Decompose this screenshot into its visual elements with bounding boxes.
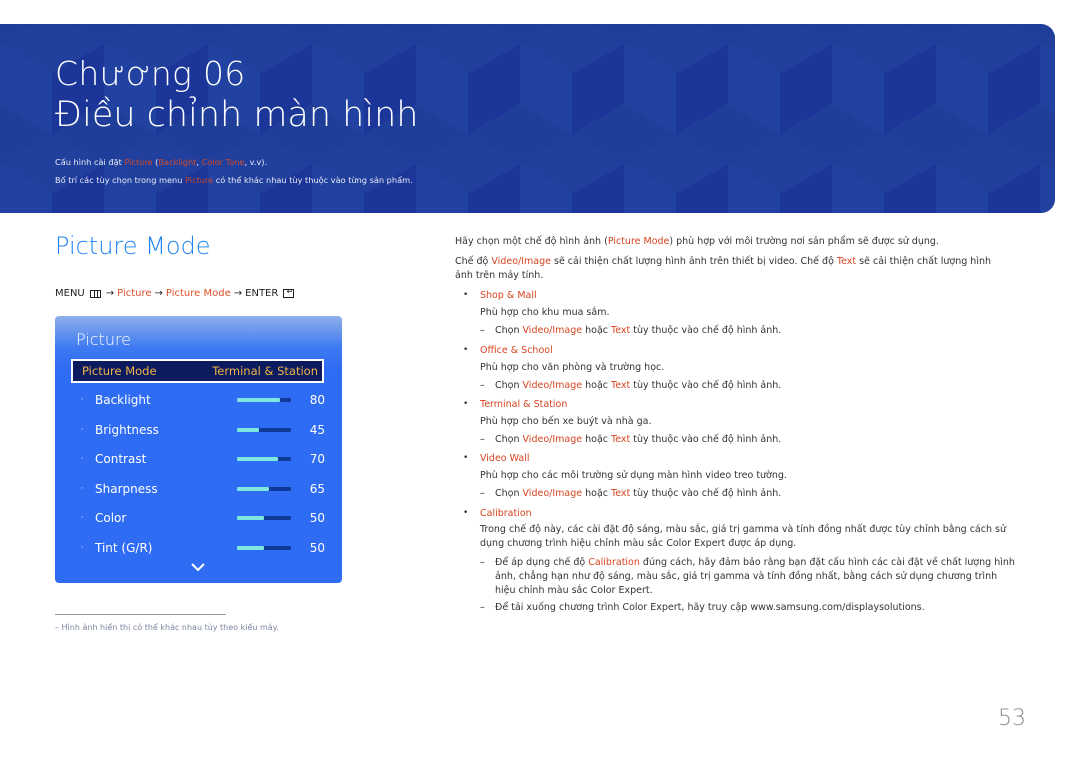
- note-dash: –: [480, 434, 485, 445]
- item-desc: Phù hợp cho bến xe buýt và nhà ga.: [480, 416, 652, 427]
- path-picture-mode: Picture Mode: [165, 288, 231, 299]
- choose-note: Chọn Video/Image hoặc Text tùy thuộc vào…: [495, 380, 782, 391]
- setting-value: 45: [309, 422, 325, 437]
- choose-note: Chọn Video/Image hoặc Text tùy thuộc vào…: [495, 325, 782, 336]
- slider-fill: [237, 516, 264, 521]
- chapter-banner: Chương 06 Điều chỉnh màn hình Cấu hình c…: [0, 24, 1055, 213]
- setting-slider[interactable]: [237, 398, 291, 402]
- color-tone-link: Color Tone: [201, 157, 245, 167]
- bullet-dot: ·: [80, 543, 84, 553]
- section-title: Picture Mode: [55, 232, 211, 260]
- arrow: →: [105, 288, 115, 299]
- mode-description: Chế độ Video/Image sẽ cải thiện chất lượ…: [455, 256, 992, 267]
- bullet-dot: ·: [80, 483, 84, 494]
- calibration-note-1: Để áp dụng chế độ Calibration đúng cách,…: [495, 557, 1015, 568]
- slider-fill: [237, 486, 270, 491]
- osd-title: Picture: [76, 330, 132, 349]
- setting-label: Brightness: [95, 422, 159, 437]
- bullet: •: [463, 290, 469, 300]
- slider-fill: [237, 546, 264, 550]
- arrow: →: [154, 288, 163, 299]
- osd-row-sharpness[interactable]: · Sharpness 65: [71, 479, 325, 499]
- arrow: →: [233, 288, 243, 299]
- item-desc: Phù hợp cho các môi trường sử dụng màn h…: [480, 470, 787, 481]
- slider-fill: [237, 427, 259, 432]
- calibration-desc-cont: dụng chương trình hiệu chỉnh màu sắc Col…: [480, 538, 797, 549]
- footnote-rule: [55, 614, 226, 615]
- chevron-down-icon[interactable]: [190, 562, 206, 572]
- chapter-title: Điều chỉnh màn hình: [55, 95, 419, 135]
- setting-value: 80: [309, 393, 325, 407]
- picture-link: Picture: [185, 175, 214, 185]
- mode-description-cont: ảnh trên máy tính.: [455, 270, 544, 281]
- note-dash: –: [480, 380, 485, 391]
- setting-slider[interactable]: [237, 546, 291, 550]
- osd-row-backlight[interactable]: · Backlight 80: [71, 390, 325, 410]
- osd-row-contrast[interactable]: · Contrast 70: [71, 449, 325, 469]
- backlight-link: Backlight: [158, 157, 197, 167]
- setting-label: Tint (G/R): [95, 541, 153, 555]
- setting-value: 50: [309, 541, 325, 555]
- enter-label: ENTER: [245, 288, 279, 299]
- setting-slider[interactable]: [237, 516, 291, 521]
- note-dash: –: [480, 557, 485, 568]
- calibration-note-1-cont: ảnh, chẳng hạn như độ sáng, màu sắc, giá…: [495, 571, 998, 582]
- chapter-number: Chương 06: [55, 54, 246, 93]
- item-title-office-school: Office & School: [480, 345, 553, 356]
- menu-label: MENU: [55, 288, 85, 299]
- setting-slider[interactable]: [237, 427, 291, 432]
- setting-slider[interactable]: [237, 457, 291, 462]
- setting-label: Sharpness: [95, 481, 158, 496]
- option-label: Picture Mode: [82, 364, 157, 378]
- intro-line-1: Cấu hình cài đặt Picture (Backlight, Col…: [55, 157, 268, 167]
- setting-label: Contrast: [95, 452, 147, 467]
- picture-mode-option[interactable]: Picture Mode Terminal & Station: [71, 359, 324, 383]
- bullet: •: [463, 399, 469, 409]
- setting-value: 50: [309, 511, 325, 526]
- calibration-note-2: Để tải xuống chương trình Color Expert, …: [495, 602, 925, 613]
- osd-row-tint-g-r[interactable]: · Tint (G/R) 50: [71, 538, 325, 558]
- item-title-shop-mall: Shop & Mall: [480, 290, 537, 301]
- item-title-terminal-station: Terminal & Station: [480, 399, 568, 410]
- calibration-note-1-end: hiệu chỉnh màu sắc Color Expert.: [495, 585, 653, 596]
- item-title-video-wall: Video Wall: [480, 453, 530, 464]
- picture-menu-osd: Picture Picture Mode Terminal & Station …: [55, 316, 342, 583]
- option-value: Terminal & Station: [212, 364, 318, 378]
- bullet-dot: ·: [80, 395, 84, 405]
- osd-row-brightness[interactable]: · Brightness 45: [71, 420, 325, 440]
- bullet-dot: ·: [80, 424, 84, 435]
- setting-label: Color: [95, 511, 127, 526]
- setting-label: Backlight: [95, 393, 151, 407]
- picture-link: Picture: [124, 157, 153, 167]
- page-number: 53: [998, 706, 1026, 731]
- bullet-dot: ·: [80, 454, 84, 465]
- footnote: – Hình ảnh hiển thị có thể khác nhau tùy…: [55, 623, 279, 632]
- item-desc: Phù hợp cho văn phòng và trường học.: [480, 362, 665, 373]
- path-picture: Picture: [117, 288, 152, 299]
- bullet: •: [463, 508, 469, 518]
- item-title-calibration: Calibration: [480, 508, 532, 519]
- menu-icon: [89, 289, 101, 298]
- slider-fill: [237, 398, 281, 402]
- choose-note: Chọn Video/Image hoặc Text tùy thuộc vào…: [495, 488, 782, 499]
- menu-path: MENU → Picture → Picture Mode → ENTER: [55, 287, 295, 299]
- note-dash: –: [480, 488, 485, 499]
- choose-note: Chọn Video/Image hoặc Text tùy thuộc vào…: [495, 434, 782, 445]
- osd-row-color[interactable]: · Color 50: [71, 508, 325, 528]
- intro-paragraph: Hãy chọn một chế độ hình ảnh (Picture Mo…: [455, 236, 939, 247]
- note-dash: –: [480, 325, 485, 336]
- slider-fill: [237, 457, 278, 462]
- intro-line-2: Bố trí các tùy chọn trong menu Picture c…: [55, 175, 413, 185]
- setting-slider[interactable]: [237, 486, 291, 491]
- calibration-desc: Trong chế độ này, các cài đặt độ sáng, m…: [480, 524, 1006, 535]
- bullet: •: [463, 453, 469, 463]
- item-desc: Phù hợp cho khu mua sắm.: [480, 307, 610, 318]
- bullet: •: [463, 345, 469, 355]
- enter-icon: [283, 287, 295, 298]
- setting-value: 70: [309, 452, 325, 467]
- setting-value: 65: [309, 481, 325, 496]
- bullet-dot: ·: [80, 513, 84, 524]
- note-dash: –: [480, 602, 485, 613]
